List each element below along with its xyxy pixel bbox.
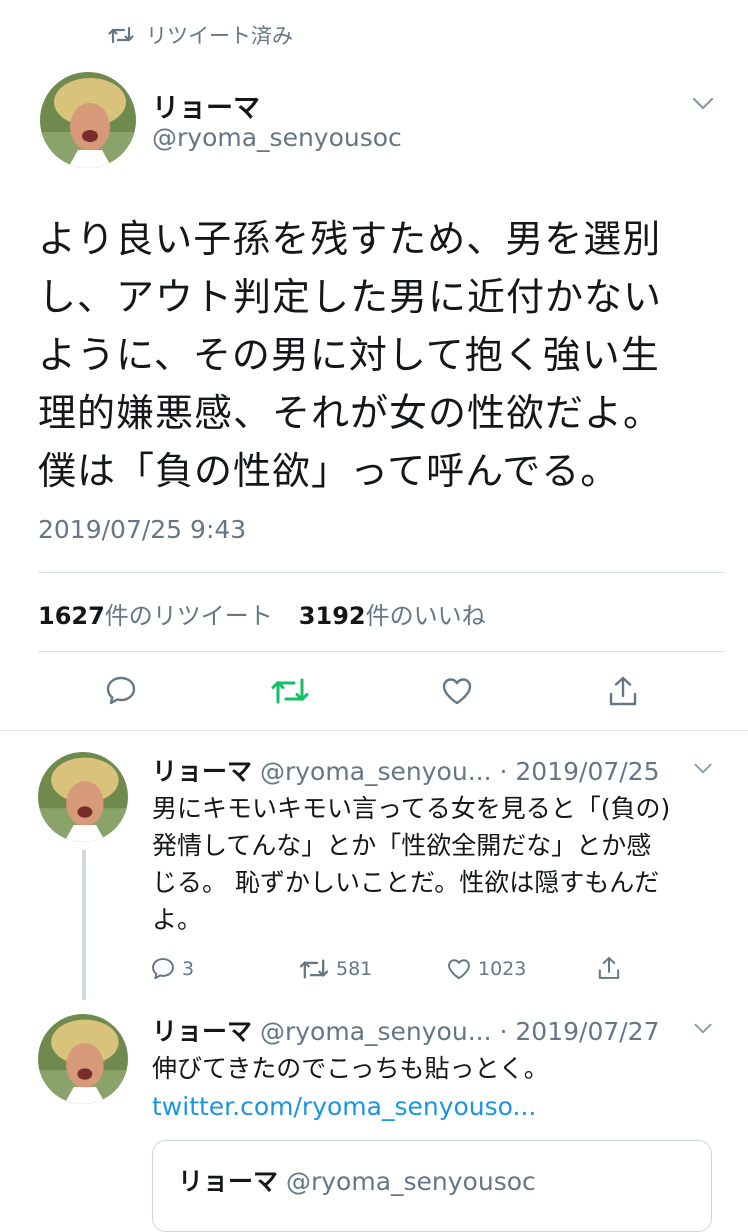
divider — [38, 572, 724, 573]
like-stat[interactable]: 3192件のいいね — [299, 596, 486, 631]
chevron-down-icon[interactable] — [692, 760, 714, 780]
author-name[interactable]: リョーマ — [152, 757, 252, 786]
quoted-author-name: リョーマ — [178, 1167, 279, 1196]
retweeted-label: リツイート済み — [146, 24, 293, 48]
reply-header: リョーマ @ryoma_senyou... · 2019/07/25 — [152, 752, 660, 788]
like-button[interactable]: 1023 — [446, 956, 526, 982]
retweet-icon — [298, 956, 330, 982]
quoted-author-handle: @ryoma_senyousoc — [285, 1167, 536, 1196]
avatar[interactable] — [40, 72, 136, 168]
reply-icon[interactable] — [104, 674, 138, 708]
tweet-date[interactable]: · 2019/07/27 — [500, 1017, 660, 1046]
tweet-timestamp[interactable]: 2019/07/25 9:43 — [38, 515, 246, 544]
retweet-button[interactable]: 581 — [298, 956, 372, 982]
like-icon — [446, 956, 472, 982]
reply-header: リョーマ @ryoma_senyou... · 2019/07/27 — [152, 1012, 660, 1048]
like-count: 1023 — [478, 958, 527, 980]
reply-icon — [150, 956, 176, 982]
chevron-down-icon[interactable] — [692, 1020, 714, 1040]
chevron-down-icon[interactable] — [690, 94, 716, 116]
quoted-tweet-header: リョーマ @ryoma_senyousoc — [178, 1162, 536, 1198]
tweet-date[interactable]: · 2019/07/25 — [500, 757, 660, 786]
like-icon[interactable] — [440, 674, 474, 708]
tweet-text: 伸びてきたのでこっちも貼っとく。 — [152, 1054, 549, 1083]
reply-count: 3 — [182, 958, 195, 980]
divider — [38, 651, 724, 652]
tweet-stats: 1627件のリツイート 3192件のいいね — [38, 596, 486, 631]
reply-button[interactable]: 3 — [150, 956, 194, 982]
avatar[interactable] — [38, 752, 128, 842]
thread-line — [82, 850, 86, 1000]
tweet-link[interactable]: twitter.com/ryoma_senyouso... — [152, 1088, 712, 1125]
author-handle[interactable]: @ryoma_senyousoc — [152, 123, 402, 152]
share-button[interactable] — [596, 955, 622, 981]
retweeted-indicator: リツイート済み — [108, 20, 293, 50]
author-name[interactable]: リョーマ — [152, 1017, 252, 1046]
retweet-count: 581 — [336, 958, 373, 980]
divider — [0, 730, 748, 731]
retweet-icon — [108, 25, 134, 45]
retweet-icon[interactable] — [270, 674, 310, 708]
author-name[interactable]: リョーマ — [152, 86, 260, 125]
share-icon — [596, 955, 622, 981]
tweet-text: 男にキモいキモい言ってる女を見ると「(負の) 発情してんな」とか「性欲全開だな」… — [152, 794, 671, 934]
tweet-text: より良い子孫を残すため、男を選別 し、アウト判定した男に近付かない ように、その… — [38, 217, 663, 493]
retweet-stat[interactable]: 1627件のリツイート — [38, 596, 273, 631]
author-handle[interactable]: @ryoma_senyou... — [260, 757, 492, 786]
share-icon[interactable] — [606, 674, 640, 708]
author-handle[interactable]: @ryoma_senyou... — [260, 1017, 492, 1046]
avatar[interactable] — [38, 1014, 128, 1104]
